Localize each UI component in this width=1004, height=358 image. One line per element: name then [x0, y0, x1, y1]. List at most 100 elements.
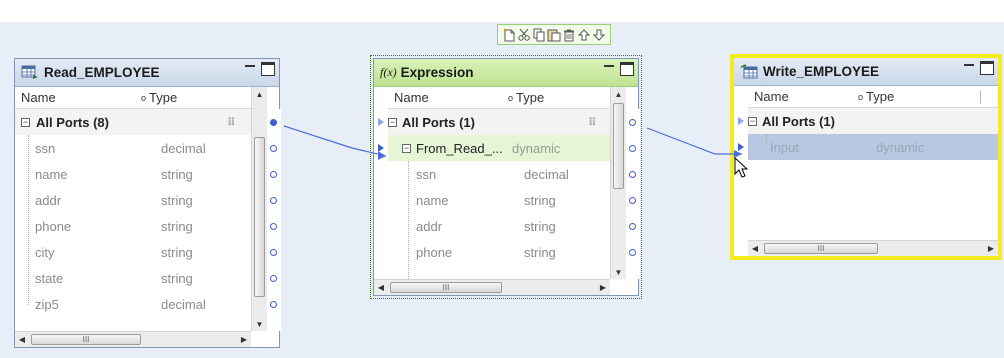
new-document-icon[interactable] — [502, 28, 516, 42]
port-name: name — [35, 166, 68, 182]
write-employee-transformation[interactable]: Write_EMPLOYEE Name o Type − All Ports (1… — [730, 54, 1002, 260]
output-port[interactable] — [270, 171, 277, 178]
top-strip — [0, 0, 1004, 22]
output-port[interactable] — [629, 223, 636, 230]
scroll-down-icon[interactable]: ▼ — [611, 265, 626, 279]
output-port[interactable] — [629, 145, 636, 152]
scroll-thumb[interactable] — [254, 137, 265, 297]
scroll-right-icon[interactable]: ▶ — [984, 241, 998, 256]
port-type: decimal — [161, 140, 206, 156]
scroll-up-icon[interactable]: ▲ — [252, 87, 267, 101]
minimize-button[interactable] — [245, 65, 255, 67]
group-output-port[interactable] — [629, 119, 636, 126]
scroll-left-icon[interactable]: ◀ — [748, 241, 762, 256]
column-header: Name o Type — [748, 86, 998, 108]
port-row[interactable]: name string — [388, 187, 612, 213]
expression-title: Expression — [400, 65, 474, 80]
group-input-port[interactable] — [378, 118, 384, 126]
port-row[interactable]: ssn decimal — [388, 161, 612, 187]
scroll-right-icon[interactable]: ▶ — [596, 280, 610, 295]
collapse-icon[interactable]: − — [402, 143, 411, 153]
port-row[interactable]: state string — [15, 265, 251, 291]
horizontal-scrollbar[interactable]: ◀ III ▶ — [15, 331, 251, 347]
delete-icon[interactable] — [562, 28, 576, 42]
scroll-left-icon[interactable]: ◀ — [374, 280, 388, 295]
input-port[interactable] — [378, 144, 384, 152]
port-row[interactable]: city string — [15, 239, 251, 265]
port-type: string — [161, 192, 193, 208]
maximize-button[interactable] — [261, 62, 275, 76]
maximize-button[interactable] — [980, 61, 994, 75]
move-down-icon[interactable] — [592, 28, 606, 42]
port-name: city — [35, 244, 55, 260]
group-output-port[interactable] — [270, 119, 277, 126]
vertical-scrollbar[interactable]: ▲ ▼ — [610, 87, 626, 279]
collapse-icon[interactable]: − — [388, 117, 397, 127]
port-type: dynamic — [512, 140, 561, 156]
minimize-button[interactable] — [604, 65, 614, 67]
horizontal-scrollbar[interactable]: ◀ III ▶ — [374, 279, 610, 295]
port-type: decimal — [524, 166, 569, 182]
expression-transformation[interactable]: f(x) Expression Name o Type − All Ports (… — [370, 55, 642, 299]
write-employee-header[interactable]: Write_EMPLOYEE — [734, 58, 998, 86]
port-name: name — [416, 192, 449, 208]
output-port[interactable] — [270, 197, 277, 204]
write-employee-title: Write_EMPLOYEE — [763, 64, 880, 79]
copy-icon[interactable] — [532, 28, 546, 42]
port-row[interactable]: phone string — [388, 239, 612, 265]
type-column-label[interactable]: Type — [516, 90, 544, 105]
type-column-label[interactable]: Type — [866, 89, 894, 104]
horizontal-scrollbar[interactable]: ◀ III ▶ — [748, 240, 998, 256]
output-port[interactable] — [270, 275, 277, 282]
all-ports-group[interactable]: − All Ports (1) — [748, 108, 998, 134]
port-row[interactable]: addr string — [15, 187, 251, 213]
group-input-port[interactable] — [738, 117, 744, 125]
port-row[interactable]: zip5 decimal — [15, 291, 251, 317]
port-type: string — [161, 270, 193, 286]
group-label: All Ports (1) — [762, 113, 835, 129]
paste-icon[interactable] — [547, 28, 561, 42]
port-type: string — [524, 192, 556, 208]
scroll-up-icon[interactable]: ▲ — [611, 87, 626, 101]
dynamic-port-row[interactable]: − From_Read_... dynamic — [388, 135, 612, 161]
name-column-label[interactable]: Name — [15, 90, 56, 105]
minimize-button[interactable] — [964, 64, 974, 66]
port-row[interactable]: addr string — [388, 213, 612, 239]
scroll-thumb[interactable]: III — [390, 282, 502, 293]
group-label: All Ports (8) — [36, 114, 109, 130]
expression-header[interactable]: f(x) Expression — [374, 59, 638, 87]
output-port[interactable] — [270, 301, 277, 308]
type-column-label[interactable]: Type — [149, 90, 177, 105]
vertical-scrollbar[interactable]: ▲ ▼ — [251, 87, 267, 331]
maximize-button[interactable] — [620, 62, 634, 76]
scroll-thumb[interactable] — [613, 103, 624, 189]
input-port[interactable] — [738, 143, 744, 151]
cut-icon[interactable] — [517, 28, 531, 42]
scroll-down-icon[interactable]: ▼ — [252, 317, 267, 331]
move-up-icon[interactable] — [577, 28, 591, 42]
scroll-thumb[interactable]: III — [31, 334, 141, 345]
port-name: From_Read_... — [416, 140, 503, 156]
read-employee-transformation[interactable]: Read_EMPLOYEE Name o Type − All Ports (8)… — [14, 58, 281, 348]
output-port[interactable] — [629, 171, 636, 178]
port-row-selected[interactable]: Input dynamic — [748, 134, 998, 160]
all-ports-group[interactable]: − All Ports (8) ⠿ — [15, 109, 251, 135]
output-port[interactable] — [629, 249, 636, 256]
output-port[interactable] — [270, 145, 277, 152]
collapse-icon[interactable]: − — [748, 116, 757, 126]
collapse-icon[interactable]: − — [21, 117, 30, 127]
all-ports-group[interactable]: − All Ports (1) ⠿ — [388, 109, 612, 135]
output-port[interactable] — [629, 197, 636, 204]
output-port[interactable] — [270, 223, 277, 230]
read-employee-header[interactable]: Read_EMPLOYEE — [15, 59, 279, 87]
column-header: Name o Type — [388, 87, 612, 109]
scroll-right-icon[interactable]: ▶ — [237, 332, 251, 347]
port-row[interactable]: ssn decimal — [15, 135, 251, 161]
port-row[interactable]: name string — [15, 161, 251, 187]
output-port[interactable] — [270, 249, 277, 256]
port-row[interactable]: phone string — [15, 213, 251, 239]
scroll-left-icon[interactable]: ◀ — [15, 332, 29, 347]
name-column-label[interactable]: Name — [388, 90, 429, 105]
name-column-label[interactable]: Name — [748, 89, 789, 104]
scroll-thumb[interactable]: III — [764, 243, 878, 254]
